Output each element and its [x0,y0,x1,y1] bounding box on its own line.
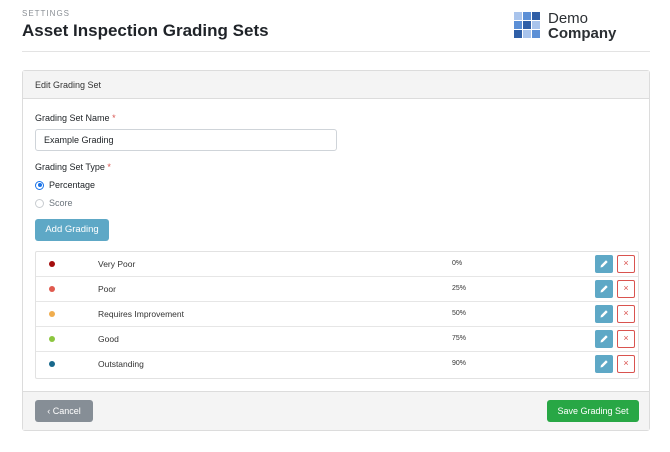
logo-text: Demo Company [548,11,616,41]
grading-name: Good [98,334,119,344]
card-header: Edit Grading Set [23,71,649,99]
grading-color-dot [49,311,55,317]
logo-line-1: Demo [548,10,589,27]
radio-button[interactable] [35,180,44,190]
radio-percentage[interactable]: Percentage [35,180,95,190]
card-footer: ‹ Cancel Save Grading Set [23,391,649,430]
pencil-icon [600,360,608,368]
pencil-icon [600,335,608,343]
edit-grading-button[interactable] [595,255,613,273]
radio-button[interactable] [35,198,44,208]
edit-grading-set-card: Edit Grading Set Grading Set Name * Grad… [22,70,650,431]
pencil-icon [600,260,608,268]
grading-color-dot [49,286,55,292]
chevron-left-icon: ‹ [47,406,51,416]
grading-value: 0% [452,260,463,267]
pencil-icon [600,310,608,318]
close-icon: × [623,308,629,318]
close-icon: × [623,333,629,343]
required-marker: * [107,162,111,172]
grading-value: 90% [452,360,467,367]
edit-grading-button[interactable] [595,280,613,298]
grading-color-dot [49,261,55,267]
delete-grading-button[interactable]: × [617,255,635,273]
grading-set-type-label: Grading Set Type * [35,162,111,172]
grading-set-name-label-text: Grading Set Name [35,113,110,123]
grading-value: 75% [452,335,467,342]
radio-percentage-label: Percentage [49,180,96,190]
grading-set-name-label: Grading Set Name * [35,113,116,123]
pencil-icon [600,285,608,293]
grading-row: Requires Improvement 50% × [36,302,638,327]
grading-row: Very Poor 0% × [36,252,638,277]
grading-name: Requires Improvement [98,309,184,319]
grading-name: Very Poor [98,259,136,269]
radio-score-label: Score [49,198,73,208]
grading-row: Good 75% × [36,327,638,352]
delete-grading-button[interactable]: × [617,280,635,298]
edit-grading-button[interactable] [595,330,613,348]
required-marker: * [112,113,116,123]
grading-name: Outstanding [98,359,144,369]
cancel-button[interactable]: ‹ Cancel [35,400,93,422]
grading-color-dot [49,361,55,367]
delete-grading-button[interactable]: × [617,305,635,323]
grading-color-dot [49,336,55,342]
breadcrumb: SETTINGS [22,9,71,18]
page-title: Asset Inspection Grading Sets [22,21,269,40]
grading-row: Outstanding 90% × [36,352,638,377]
gradings-list: Very Poor 0% × Poor 25% × Requires Impro… [35,251,639,379]
edit-grading-button[interactable] [595,355,613,373]
grading-name: Poor [98,284,116,294]
grading-set-name-input[interactable] [35,129,337,151]
close-icon: × [623,358,629,368]
logo-line-2: Company [548,25,617,42]
company-logo: Demo Company [514,11,616,41]
edit-grading-button[interactable] [595,305,613,323]
logo-mark-icon [514,12,542,40]
grading-value: 25% [452,285,467,292]
delete-grading-button[interactable]: × [617,330,635,348]
radio-score[interactable]: Score [35,198,73,208]
save-grading-set-button[interactable]: Save Grading Set [547,400,639,422]
delete-grading-button[interactable]: × [617,355,635,373]
grading-set-type-label-text: Grading Set Type [35,162,105,172]
grading-row: Poor 25% × [36,277,638,302]
add-grading-button[interactable]: Add Grading [35,219,109,241]
grading-value: 50% [452,310,467,317]
cancel-label: Cancel [52,406,81,416]
close-icon: × [623,283,629,293]
close-icon: × [623,258,629,268]
